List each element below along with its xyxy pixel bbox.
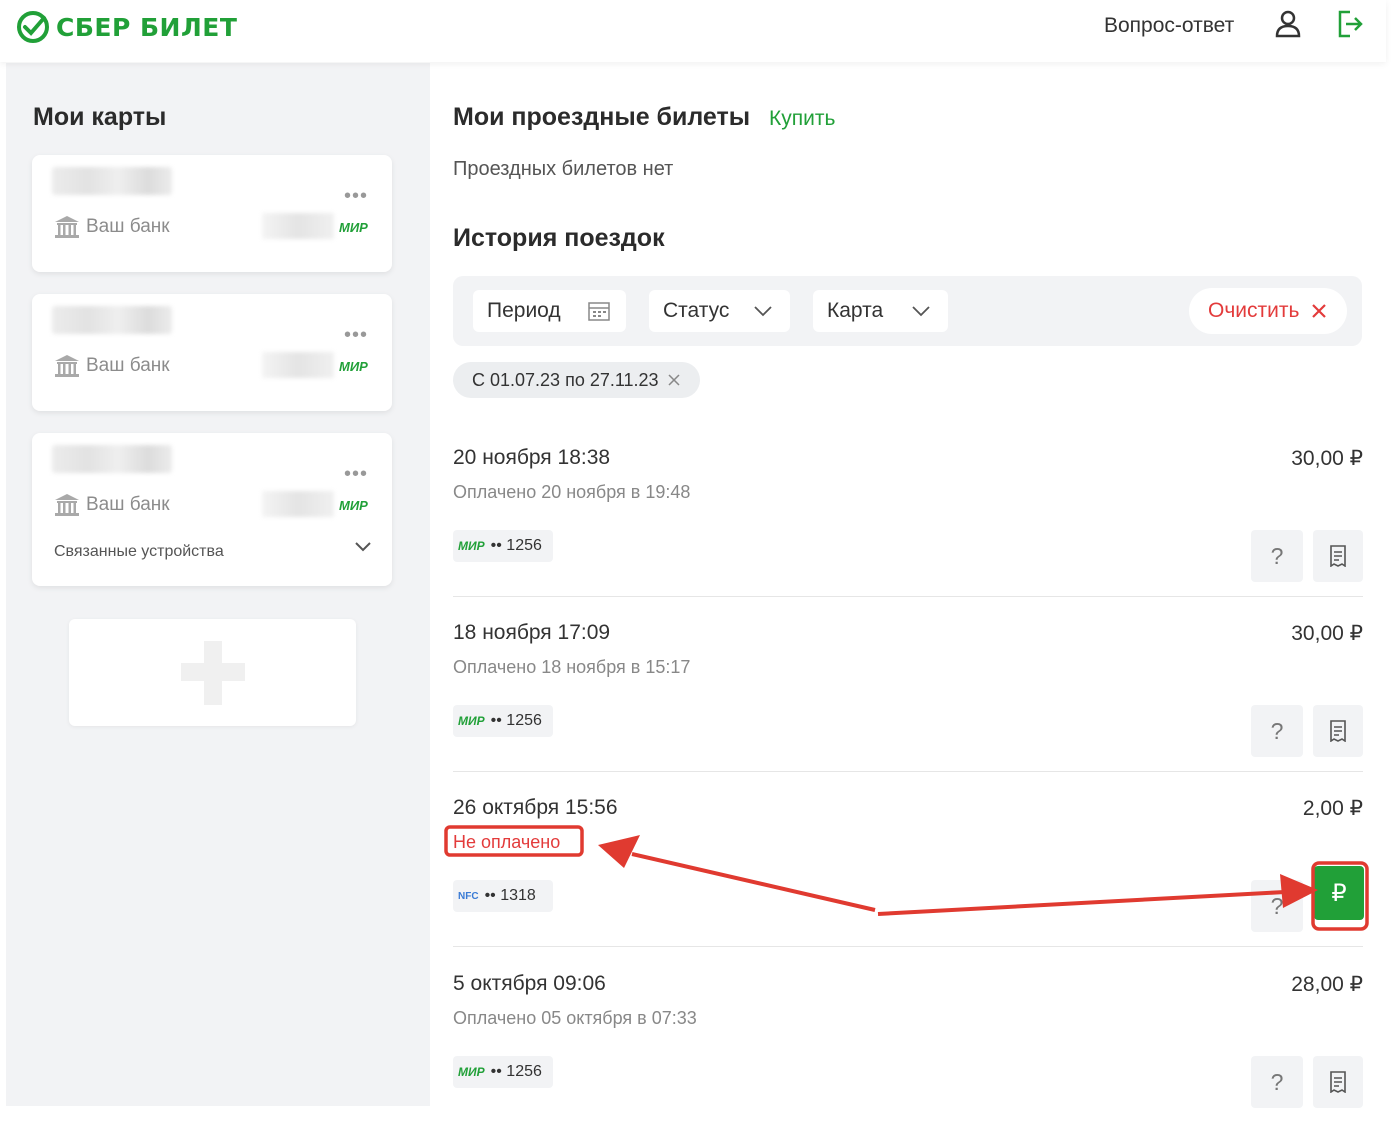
add-card-button[interactable] (69, 619, 356, 726)
period-filter[interactable]: Период (473, 290, 626, 332)
sber-check-icon (17, 11, 49, 43)
payment-card-tag: МИР •• 1256 (453, 1056, 553, 1088)
card-pan: •• 1318 (484, 887, 536, 904)
no-tickets-text: Проездных билетов нет (453, 158, 674, 180)
bank-icon (55, 355, 79, 377)
receipt-icon (1330, 720, 1346, 742)
trip-date: 5 октября 09:06 (453, 972, 606, 995)
help-button[interactable]: ? (1251, 880, 1303, 932)
card-pan: •• 1256 (490, 537, 542, 554)
help-button[interactable]: ? (1251, 1056, 1303, 1108)
mir-logo: МИР (458, 1065, 485, 1079)
trip-status: Оплачено 05 октября в 07:33 (453, 1008, 697, 1028)
my-cards-title: Мои карты (33, 103, 167, 131)
chevron-down-icon (754, 306, 772, 317)
bank-card[interactable]: ••• Ваш банк МИР (32, 294, 392, 411)
payment-card-tag: NFC •• 1318 (453, 880, 553, 912)
bank-label: Ваш банк (54, 493, 170, 517)
clear-filters-button[interactable]: Очистить (1189, 288, 1347, 334)
cards-sidebar: Мои карты ••• Ваш банк МИР ••• Ваш банк … (6, 63, 430, 1106)
buy-link[interactable]: Купить (769, 107, 835, 131)
faq-link[interactable]: Вопрос-ответ (1104, 14, 1234, 38)
card-number-blurred (262, 213, 334, 239)
card-filter[interactable]: Карта (813, 290, 948, 332)
pay-button[interactable]: ₽ (1314, 866, 1364, 920)
trip-amount: 30,00 ₽ (1291, 447, 1363, 470)
logo-text: СБЕР БИЛЕТ (56, 12, 238, 42)
trip-status: Оплачено 20 ноября в 19:48 (453, 482, 691, 502)
receipt-button[interactable] (1313, 1056, 1363, 1108)
card-pan: •• 1256 (490, 712, 542, 729)
user-icon[interactable] (1274, 9, 1302, 39)
bank-label: Ваш банк (54, 215, 170, 239)
status-filter[interactable]: Статус (649, 290, 790, 332)
more-options-icon[interactable]: ••• (344, 185, 368, 208)
trip-item[interactable]: 18 ноября 17:09 30,00 ₽ Оплачено 18 нояб… (453, 621, 1363, 791)
trip-item[interactable]: 20 ноября 18:38 30,00 ₽ Оплачено 20 нояб… (453, 446, 1363, 616)
divider (453, 771, 1363, 772)
help-button[interactable]: ? (1251, 705, 1303, 757)
my-tickets-title: Мои проездные билеты (453, 103, 751, 131)
divider (453, 596, 1363, 597)
trip-date: 20 ноября 18:38 (453, 446, 611, 469)
nfc-icon: NFC (458, 890, 479, 902)
trip-amount: 2,00 ₽ (1302, 797, 1363, 820)
logout-icon[interactable] (1336, 9, 1364, 39)
trip-amount: 28,00 ₽ (1291, 973, 1363, 996)
divider (453, 946, 1363, 947)
close-icon[interactable] (667, 373, 681, 387)
trip-history-title: История поездок (453, 224, 665, 252)
payment-card-tag: МИР •• 1256 (453, 530, 553, 562)
trip-amount: 30,00 ₽ (1291, 622, 1363, 645)
mir-logo: МИР (458, 714, 485, 728)
filter-bar: Период Статус Карта Очистить (453, 276, 1362, 346)
trip-item[interactable]: 26 октября 15:56 2,00 ₽ Не оплачено NFC … (453, 796, 1364, 966)
trip-item[interactable]: 5 октября 09:06 28,00 ₽ Оплачено 05 октя… (453, 972, 1363, 1142)
chevron-down-icon[interactable] (354, 541, 372, 553)
card-pan: •• 1256 (490, 1063, 542, 1080)
help-button[interactable]: ? (1251, 530, 1303, 582)
more-options-icon[interactable]: ••• (344, 463, 368, 486)
more-options-icon[interactable]: ••• (344, 324, 368, 347)
mir-logo: МИР (339, 359, 368, 374)
chevron-down-icon (912, 306, 930, 317)
sber-bilet-logo[interactable]: СБЕР БИЛЕТ (16, 10, 237, 44)
close-icon (1312, 304, 1327, 318)
receipt-icon (1330, 545, 1346, 567)
payment-card-tag: МИР •• 1256 (453, 705, 553, 737)
bank-icon (55, 494, 79, 516)
bank-icon (55, 216, 79, 238)
mir-logo: МИР (339, 220, 368, 235)
card-number-blurred (262, 352, 334, 378)
receipt-button[interactable] (1313, 530, 1363, 582)
plus-icon (181, 663, 245, 681)
top-header: СБЕР БИЛЕТ Вопрос-ответ (0, 0, 1386, 62)
bank-label: Ваш банк (54, 354, 170, 378)
trip-date: 26 октября 15:56 (453, 796, 618, 819)
bank-card[interactable]: ••• Ваш банк МИР Связанные устройства (32, 433, 392, 586)
mir-logo: МИР (458, 539, 485, 553)
receipt-button[interactable] (1313, 705, 1363, 757)
calendar-icon (588, 302, 610, 321)
mir-logo: МИР (339, 498, 368, 513)
receipt-icon (1330, 1071, 1346, 1093)
card-number-blurred (262, 491, 334, 517)
card-name-blurred (52, 167, 172, 195)
trip-status-unpaid: Не оплачено (453, 832, 561, 852)
card-name-blurred (52, 306, 172, 334)
bank-card[interactable]: ••• Ваш банк МИР (32, 155, 392, 272)
trip-date: 18 ноября 17:09 (453, 621, 611, 644)
linked-devices-toggle[interactable]: Связанные устройства (54, 543, 224, 561)
period-chip[interactable]: С 01.07.23 по 27.11.23 (453, 362, 700, 398)
trip-status: Оплачено 18 ноября в 15:17 (453, 657, 691, 677)
card-name-blurred (52, 445, 172, 473)
